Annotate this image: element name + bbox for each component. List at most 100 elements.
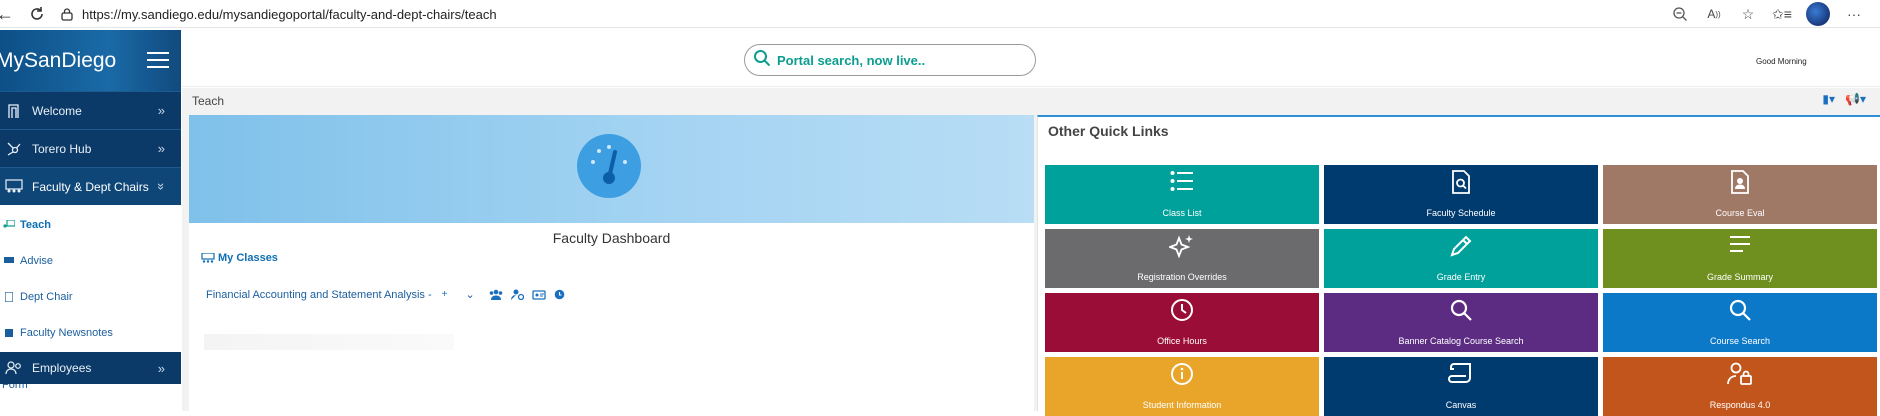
chevron-down-icon[interactable]: ⌄ xyxy=(465,288,474,301)
quick-link-course-search[interactable]: Course Search xyxy=(1603,293,1877,352)
greeting-text: Good Morning xyxy=(1756,57,1807,66)
advise-icon xyxy=(2,256,16,264)
quick-link-student-information[interactable]: Student Information xyxy=(1045,357,1319,416)
faculty-dashboard-panel: Faculty Dashboard My Classes Financial A… xyxy=(189,115,1034,411)
page-title: Teach xyxy=(192,94,225,108)
profile-avatar[interactable] xyxy=(1806,2,1830,26)
clock-icon[interactable] xyxy=(554,289,565,300)
classroom-icon xyxy=(4,178,24,195)
quick-links-grid: Class List Faculty Schedule Course Eval Reg… xyxy=(1045,165,1877,416)
quick-link-label: Grade Entry xyxy=(1436,272,1486,282)
quick-link-class-list[interactable]: Class List xyxy=(1045,165,1319,224)
quick-links-panel: Other Quick Links Class List Faculty Sche… xyxy=(1037,115,1880,416)
hub-icon xyxy=(4,141,24,157)
hamburger-menu-icon[interactable] xyxy=(147,52,169,68)
students-icon[interactable] xyxy=(489,289,503,300)
person-settings-icon[interactable] xyxy=(510,289,524,300)
chair-icon xyxy=(2,292,16,302)
quick-link-respondus-4-0[interactable]: Respondus 4.0 xyxy=(1603,357,1877,416)
quick-link-banner-catalog-course-search[interactable]: Banner Catalog Course Search xyxy=(1324,293,1598,352)
quick-link-label: Class List xyxy=(1162,208,1202,218)
classes-icon xyxy=(201,253,215,263)
bookmark-dropdown-icon[interactable]: ▮▾ xyxy=(1822,92,1835,106)
quick-link-label: Office Hours xyxy=(1157,336,1207,346)
search-placeholder: Portal search, now live.. xyxy=(777,52,926,68)
brand-header: MySanDiego xyxy=(0,30,181,91)
quick-link-grade-entry[interactable]: Grade Entry xyxy=(1324,229,1598,288)
people-icon xyxy=(4,361,24,375)
portal-header: Portal search, now live.. Good Morning xyxy=(182,30,1880,87)
my-classes-link[interactable]: My Classes xyxy=(201,252,1034,264)
lines-icon xyxy=(1728,234,1752,256)
quick-link-label: Course Search xyxy=(1709,336,1771,346)
document-search-icon xyxy=(1451,170,1471,196)
sidebar-subitem-dept-chair[interactable]: Dept Chair xyxy=(0,280,181,316)
document-person-icon xyxy=(1730,170,1750,196)
quick-link-label: Banner Catalog Course Search xyxy=(1398,336,1524,346)
quick-link-grade-summary[interactable]: Grade Summary xyxy=(1603,229,1877,288)
quick-link-label: Student Information xyxy=(1142,400,1222,410)
favorites-list-icon[interactable]: ✩≡ xyxy=(1772,4,1792,24)
sidebar-item-label: Employees xyxy=(32,361,92,375)
quick-link-office-hours[interactable]: Office Hours xyxy=(1045,293,1319,352)
main-content: Teach ▮▾ 📢▾ Faculty Dashboard My Classes xyxy=(182,88,1880,416)
browser-toolbar: ← https://my.sandiego.edu/mysandiegoport… xyxy=(0,0,1880,28)
loading-placeholder xyxy=(204,334,454,350)
double-chevron-right-icon: » xyxy=(157,360,165,376)
door-icon xyxy=(4,103,24,119)
quick-link-label: Course Eval xyxy=(1715,208,1765,218)
info-icon xyxy=(1170,362,1194,388)
sidebar-subitem-teach[interactable]: Teach xyxy=(0,205,181,244)
quick-link-label: Faculty Schedule xyxy=(1426,208,1496,218)
sidebar-subitem-faculty-newsnotes[interactable]: Faculty Newsnotes xyxy=(0,316,181,352)
url-text: https://my.sandiego.edu/mysandiegoportal… xyxy=(82,6,497,22)
megaphone-dropdown-icon[interactable]: 📢▾ xyxy=(1845,92,1866,106)
breadcrumb: Teach ▮▾ 📢▾ xyxy=(182,88,1880,114)
sidebar-subitem-advise[interactable]: Advise xyxy=(0,244,181,280)
quick-link-label: Registration Overrides xyxy=(1137,272,1227,282)
course-plus[interactable]: + xyxy=(442,289,448,300)
course-name: Financial Accounting and Statement Analy… xyxy=(206,288,432,301)
quick-link-label: Grade Summary xyxy=(1706,272,1774,282)
double-chevron-right-icon: » xyxy=(157,141,165,156)
quick-links-title: Other Quick Links xyxy=(1048,123,1169,139)
portal-search-input[interactable]: Portal search, now live.. xyxy=(744,44,1036,76)
sidebar-item-label: Faculty & Dept Chairs xyxy=(32,179,149,194)
quick-link-canvas[interactable]: Canvas xyxy=(1324,357,1598,416)
sidebar-item-label: Welcome xyxy=(32,103,82,118)
dashboard-banner xyxy=(189,115,1034,223)
zoom-out-icon[interactable] xyxy=(1670,4,1690,24)
sidebar-item-torero-hub[interactable]: Torero Hub » xyxy=(0,129,181,167)
read-aloud-icon[interactable]: A)) xyxy=(1704,4,1724,24)
sidebar-item-faculty-dept-chairs[interactable]: Faculty & Dept Chairs » xyxy=(0,167,181,205)
quick-link-registration-overrides[interactable]: Registration Overrides xyxy=(1045,229,1319,288)
address-bar[interactable]: https://my.sandiego.edu/mysandiegoportal… xyxy=(60,2,1630,26)
sparkles-icon xyxy=(1167,234,1195,260)
quick-link-faculty-schedule[interactable]: Faculty Schedule xyxy=(1324,165,1598,224)
refresh-icon[interactable] xyxy=(26,3,48,25)
search-icon xyxy=(1449,298,1473,324)
newsnotes-icon xyxy=(2,328,16,338)
lock-icon xyxy=(61,8,73,21)
brand-logo-text[interactable]: MySanDiego xyxy=(0,49,116,73)
sidebar-item-employees[interactable]: Employees » xyxy=(0,352,181,384)
quick-link-label: Canvas xyxy=(1445,400,1477,410)
back-icon[interactable]: ← xyxy=(0,3,16,25)
scroll-icon xyxy=(1448,362,1474,386)
search-icon xyxy=(753,49,771,72)
clock-icon xyxy=(1170,298,1194,324)
favorite-star-icon[interactable]: ☆ xyxy=(1738,4,1758,24)
quick-link-course-eval[interactable]: Course Eval xyxy=(1603,165,1877,224)
person-lock-icon xyxy=(1727,362,1753,388)
more-icon[interactable]: ··· xyxy=(1844,4,1864,24)
list-icon xyxy=(1170,170,1194,194)
dashboard-title: Faculty Dashboard xyxy=(552,230,671,246)
dashboard-gauge-icon xyxy=(577,134,641,198)
sidebar-item-welcome[interactable]: Welcome » xyxy=(0,91,181,129)
teacher-board-icon xyxy=(2,220,16,230)
course-selector[interactable]: Financial Accounting and Statement Analy… xyxy=(206,288,1034,301)
quick-link-label: Respondus 4.0 xyxy=(1709,400,1771,410)
double-chevron-down-icon: » xyxy=(153,182,169,191)
search-icon xyxy=(1728,298,1752,324)
id-card-icon[interactable] xyxy=(532,289,546,300)
